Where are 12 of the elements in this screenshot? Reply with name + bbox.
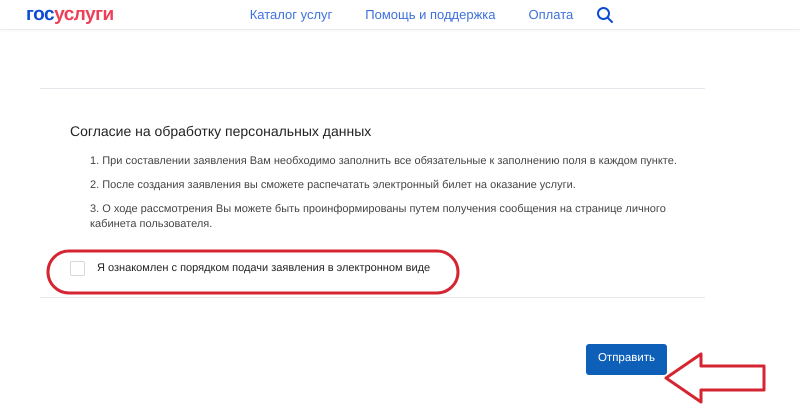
checkbox[interactable] [70,260,85,276]
logo[interactable]: госуслуги [26,5,114,24]
arrow-icon [664,352,766,404]
instruction-text: 1. При составлении заявления Вам необходимо заполнить все обязательные к заполнению поля в каждом пункте. [90,154,678,169]
nav-link[interactable]: Каталог услуг [250,4,332,24]
instruction-text: 3. О ходе рассмотрения Вы можете быть проинформированы путем получения сообщения на странице личного кабинета пользователя. [90,202,667,232]
section-title: Согласие на обработку персональных данных [70,122,372,141]
instruction-text: 2. После создания заявления вы сможете распечатать электронный билет на оказание услуги. [90,178,577,193]
nav-link[interactable]: Оплата [528,4,574,24]
submit-button[interactable]: Отправить [586,344,667,374]
search-icon[interactable] [596,6,614,24]
nav-link[interactable]: Помощь и поддержка [365,4,496,24]
